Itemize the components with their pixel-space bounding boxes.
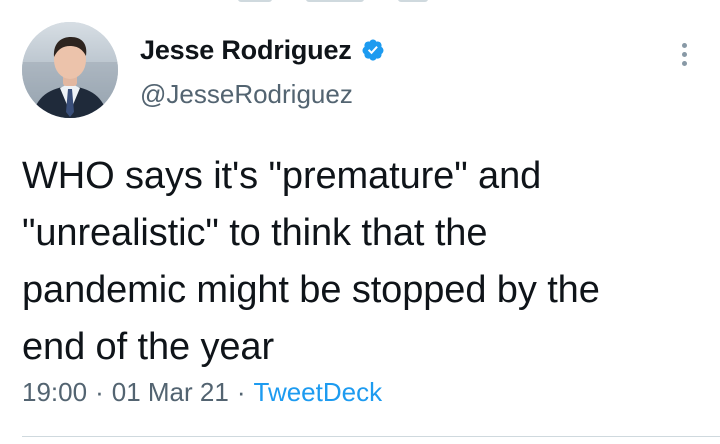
verified-badge-icon [361, 38, 385, 62]
tweet-text: WHO says it's "premature" and "unrealist… [22, 155, 600, 368]
tweet-source-link[interactable]: TweetDeck [254, 377, 383, 408]
more-vertical-icon [681, 42, 687, 48]
more-options-button[interactable] [670, 36, 698, 72]
meta-separator: · [95, 377, 104, 407]
divider [22, 436, 720, 437]
tweet-time[interactable]: 19:00 [22, 377, 87, 408]
avatar-photo [22, 22, 118, 118]
tweet-meta: 19:00 · 01 Mar 21 · TweetDeck [22, 377, 382, 408]
author-handle[interactable]: @JesseRodriguez [140, 79, 353, 110]
author-name-row[interactable]: Jesse Rodriguez [140, 30, 385, 70]
meta-separator: · [236, 377, 246, 407]
previous-tweet-edge [0, 0, 720, 6]
avatar[interactable] [22, 22, 118, 118]
author-display-name[interactable]: Jesse Rodriguez [140, 35, 352, 66]
tweet-date[interactable]: 01 Mar 21 [112, 377, 229, 408]
